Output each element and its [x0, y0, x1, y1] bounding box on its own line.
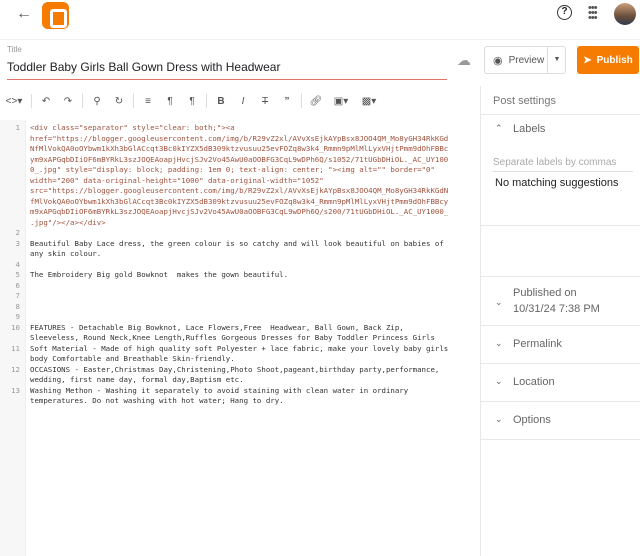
rtl-icon[interactable]: ¶ — [181, 96, 203, 107]
strikethrough-icon[interactable]: T — [254, 96, 276, 107]
italic-icon[interactable]: I — [232, 96, 254, 107]
code-line[interactable]: OCCASIONS - Easter,Christmas Day,Christe… — [30, 365, 439, 376]
code-line[interactable]: body Comfortable and Breathable Skin-fri… — [30, 354, 235, 365]
undo-icon[interactable]: ↶ — [35, 96, 57, 107]
bold-icon[interactable]: B — [210, 96, 232, 107]
line-number: 1 — [15, 123, 20, 132]
line-number: 9 — [15, 312, 20, 321]
apps-grid-icon[interactable]: ••• ••• ••• — [588, 3, 598, 24]
code-line[interactable]: any skin colour. — [30, 249, 101, 260]
options-section[interactable]: ⌄ Options — [481, 402, 640, 440]
eye-icon: ◉ — [493, 54, 503, 67]
line-number: 6 — [15, 280, 20, 290]
published-on-label: Published on — [513, 287, 577, 299]
code-line[interactable]: width="200" data-original-height="1000" … — [30, 176, 324, 187]
line-number: 7 — [15, 291, 20, 300]
send-icon: ➤ — [583, 54, 592, 66]
code-line[interactable]: wedding, first name day, formal day,Bapt… — [30, 375, 244, 386]
published-date: 10/31/24 7:38 PM — [513, 303, 600, 315]
permalink-section[interactable]: ⌄ Permalink — [481, 326, 640, 364]
preview-button[interactable]: ◉ Preview ▼ — [484, 46, 566, 74]
code-line[interactable]: ym9xAPGqbDIiOF6mBYRkL3szJOQEAoapjHvcjSJv… — [30, 155, 448, 166]
line-number: 2 — [15, 228, 20, 237]
line-number: 10 — [11, 322, 20, 332]
code-line[interactable]: Sleeveless, Round Neck,Knee Length,Ruffl… — [30, 333, 435, 344]
top-bar: ← ? ••• ••• ••• — [0, 0, 640, 40]
chevron-up-icon[interactable]: ⌃ — [495, 123, 503, 134]
quote-icon[interactable]: ” — [276, 96, 298, 107]
chevron-down-icon: ⌄ — [495, 414, 503, 424]
code-line[interactable]: The Embroidery Big gold Bowknot makes th… — [30, 270, 288, 281]
ltr-icon[interactable]: ¶ — [159, 96, 181, 107]
format-icon[interactable]: ≡ — [137, 96, 159, 107]
html-code-editor[interactable]: 1 <div class="separator" style="clear: bo… — [0, 120, 478, 556]
preview-label: Preview — [508, 54, 545, 66]
code-line[interactable]: Beautiful Baby Lace dress, the green col… — [30, 239, 444, 250]
chevron-down-icon: ⌄ — [495, 338, 503, 348]
code-line[interactable]: 0_.jpg" style="display: block; padding: … — [30, 165, 435, 176]
no-matching-suggestions: No matching suggestions — [495, 177, 619, 189]
link-icon[interactable]: 🔗︎ — [305, 96, 327, 107]
editor-toolbar: <>▾ ↶ ↷ ⚲ ↻ ≡ ¶ ¶ B I T ” 🔗︎ ▣▾ ▩▾ — [0, 88, 480, 114]
code-line[interactable]: NfMlVokQA0oOYbwm1kXh3bGlACcqt3Bc0kIYZX5d… — [30, 144, 448, 155]
code-line[interactable]: src="https://blogger.googleusercontent.c… — [30, 186, 448, 197]
title-input[interactable]: Toddler Baby Girls Ball Gown Dress with … — [7, 60, 447, 80]
location-label: Location — [513, 376, 555, 388]
line-number: 4 — [15, 259, 20, 269]
line-number: 11 — [11, 343, 20, 353]
chevron-down-icon: ⌄ — [495, 376, 503, 386]
search-icon[interactable]: ⚲ — [86, 96, 108, 107]
post-settings-panel: Post settings ⌃ Labels Separate labels b… — [480, 86, 640, 556]
preview-dropdown-icon[interactable]: ▼ — [547, 47, 566, 73]
line-number: 13 — [11, 385, 20, 395]
code-line[interactable]: Washing Methon - Washing it separately t… — [30, 386, 408, 397]
line-number: 5 — [15, 270, 20, 279]
publish-label: Publish — [596, 54, 633, 66]
code-line[interactable]: .jpg"/></a></div> — [30, 218, 106, 229]
blogger-logo[interactable] — [42, 2, 69, 29]
line-number-gutter — [0, 120, 26, 556]
code-line[interactable]: FEATURES - Detachable Big Bowknot, Lace … — [30, 323, 404, 334]
published-on-section[interactable]: ⌄ Published on 10/31/24 7:38 PM — [481, 276, 640, 326]
labels-input[interactable]: Separate labels by commas — [493, 157, 633, 172]
code-line[interactable]: <div class="separator" style="clear: bot… — [30, 123, 235, 134]
code-view-icon[interactable]: <>▾ — [0, 96, 28, 107]
code-line[interactable]: m9xAPGqbDIiOF6mBYRkL3szJOQEAoapjHvcjSJv2… — [30, 207, 448, 218]
image-icon[interactable]: ▣▾ — [327, 96, 355, 107]
labels-header[interactable]: Labels — [513, 123, 545, 135]
title-label: Title — [7, 45, 22, 54]
options-label: Options — [513, 414, 551, 426]
line-number: 8 — [15, 301, 20, 311]
code-line[interactable]: temperatures. Do not washing with hot wa… — [30, 396, 284, 407]
video-icon[interactable]: ▩▾ — [355, 96, 383, 107]
post-settings-title: Post settings — [493, 95, 556, 107]
permalink-label: Permalink — [513, 338, 562, 350]
publish-button[interactable]: ➤ Publish — [577, 46, 639, 74]
replace-icon[interactable]: ↻ — [108, 96, 130, 107]
saved-cloud-icon: ☁ — [457, 52, 471, 68]
avatar[interactable] — [614, 3, 636, 25]
location-section[interactable]: ⌄ Location — [481, 364, 640, 402]
redo-icon[interactable]: ↷ — [57, 96, 79, 107]
labels-section: ⌃ Labels Separate labels by commas No ma… — [481, 114, 640, 226]
line-number: 12 — [11, 364, 20, 374]
back-arrow-icon[interactable]: ← — [16, 5, 32, 23]
code-line[interactable]: Soft Material - Made of high quality sof… — [30, 344, 448, 355]
code-line[interactable]: fMlVokQA0oOYbwm1kXh3bGlACcqt3Bc0kIYZX5dB… — [30, 197, 448, 208]
line-number: 3 — [15, 238, 20, 248]
chevron-down-icon: ⌄ — [495, 297, 503, 307]
help-icon[interactable]: ? — [557, 5, 572, 20]
code-line[interactable]: href="https://blogger.googleusercontent.… — [30, 134, 448, 145]
